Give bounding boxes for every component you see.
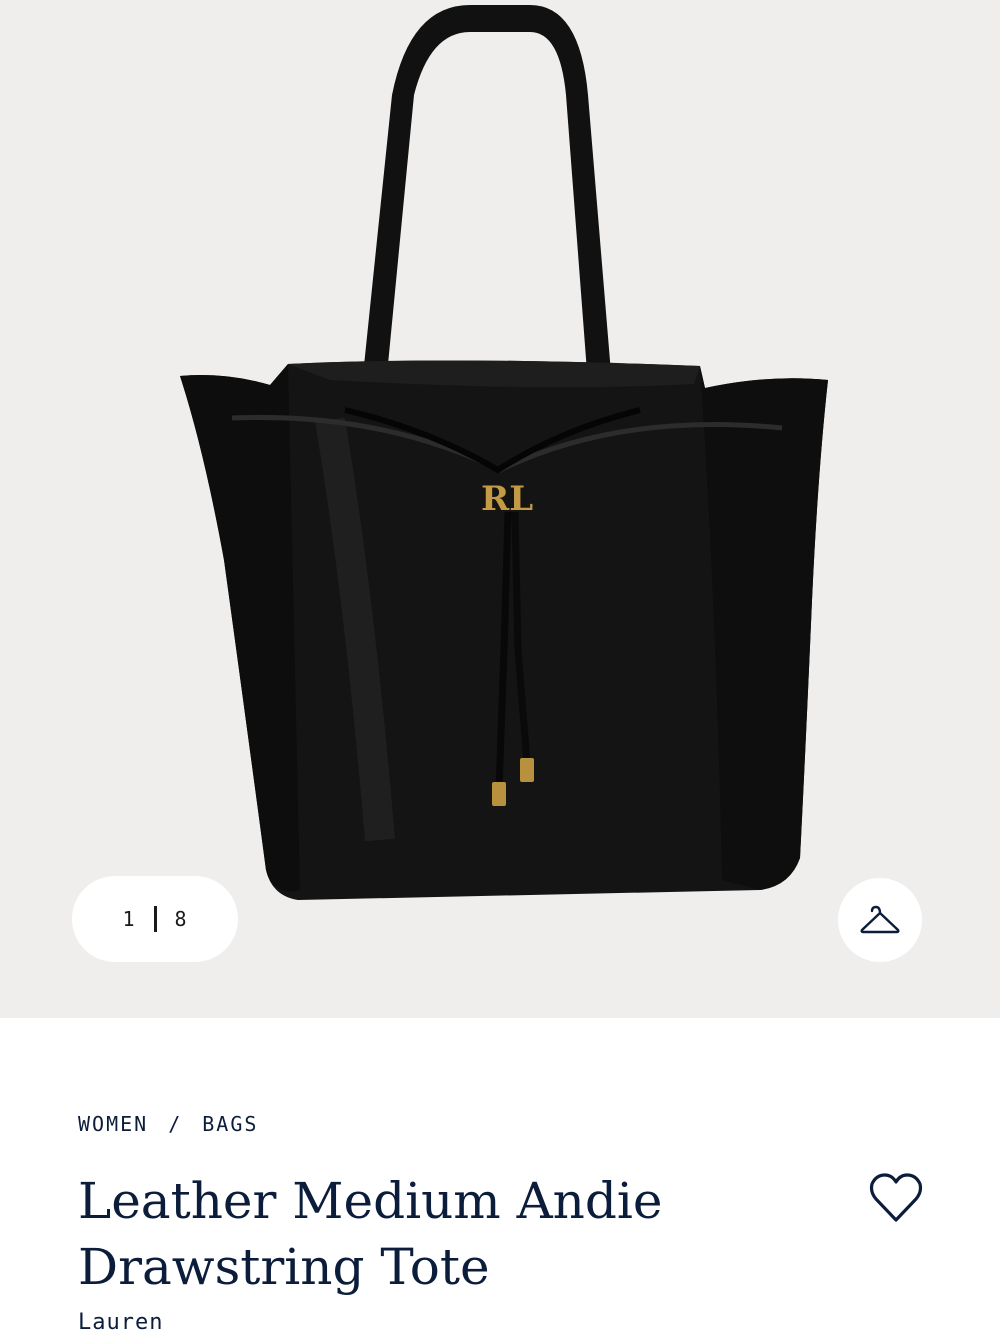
counter-separator <box>153 906 157 932</box>
product-gallery[interactable]: RL 1 8 <box>0 0 1000 1018</box>
product-image[interactable]: RL <box>0 0 1000 1018</box>
image-counter-total: 8 <box>174 907 188 931</box>
hanger-icon <box>860 905 900 934</box>
cord-tip <box>520 758 534 782</box>
cord-tip <box>492 782 506 806</box>
breadcrumb-separator: / <box>168 1112 183 1136</box>
breadcrumb-item-bags[interactable]: BAGS <box>202 1112 258 1136</box>
add-to-wishlist-button[interactable] <box>864 1166 928 1230</box>
virtual-try-on-button[interactable] <box>838 878 922 962</box>
brand-name[interactable]: Lauren <box>78 1310 163 1335</box>
breadcrumb-item-women[interactable]: WOMEN <box>78 1112 148 1136</box>
rl-logo: RL <box>481 479 533 519</box>
bag-handle <box>362 5 612 385</box>
image-counter-current: 1 <box>122 907 136 931</box>
breadcrumb: WOMEN / BAGS <box>78 1112 258 1136</box>
image-counter: 1 8 <box>72 876 238 962</box>
product-title: Leather Medium Andie Drawstring Tote <box>78 1172 663 1296</box>
heart-icon <box>869 1173 923 1222</box>
